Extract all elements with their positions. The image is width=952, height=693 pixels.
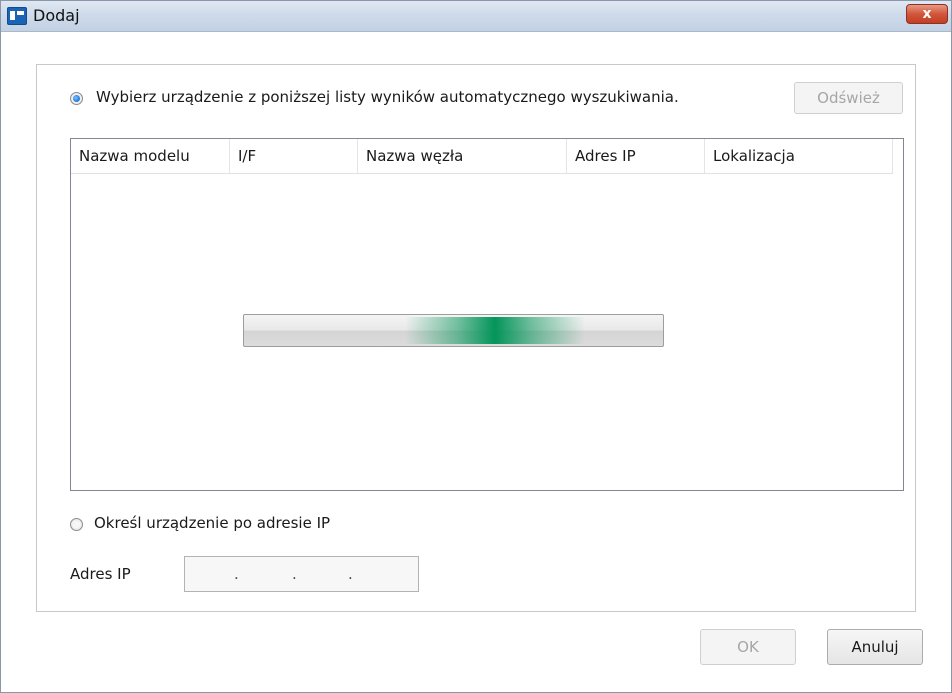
device-list-header: Nazwa modelu I/F Nazwa węzła Adres IP Lo… (71, 139, 893, 174)
cancel-button[interactable]: Anuluj (827, 629, 923, 665)
column-header-ip-address[interactable]: Adres IP (567, 139, 705, 173)
app-window-icon (7, 7, 27, 25)
column-header-model-name[interactable]: Nazwa modelu (71, 139, 230, 173)
manual-ip-label[interactable]: Określ urządzenie po adresie IP (94, 514, 330, 532)
search-progress-bar (243, 314, 664, 347)
ip-octet-separator: . (292, 565, 297, 583)
column-header-interface[interactable]: I/F (230, 139, 358, 173)
auto-search-label[interactable]: Wybierz urządzenie z poniższej listy wyn… (96, 88, 679, 106)
title-bar: Dodaj x (1, 1, 951, 32)
column-header-node-name[interactable]: Nazwa węzła (358, 139, 567, 173)
ok-button[interactable]: OK (700, 629, 796, 665)
column-header-location[interactable]: Lokalizacja (705, 139, 893, 173)
ip-octet-separator: . (234, 565, 239, 583)
manual-ip-radio[interactable] (70, 518, 83, 531)
ip-address-field[interactable]: . . . (184, 556, 419, 592)
ip-octet-separator: . (348, 565, 353, 583)
refresh-button[interactable]: Odśwież (794, 82, 903, 114)
ip-address-label: Adres IP (70, 565, 131, 583)
close-button[interactable]: x (906, 4, 948, 24)
window-title: Dodaj (33, 6, 80, 25)
progress-indicator (405, 317, 586, 344)
auto-search-radio[interactable] (70, 92, 83, 105)
